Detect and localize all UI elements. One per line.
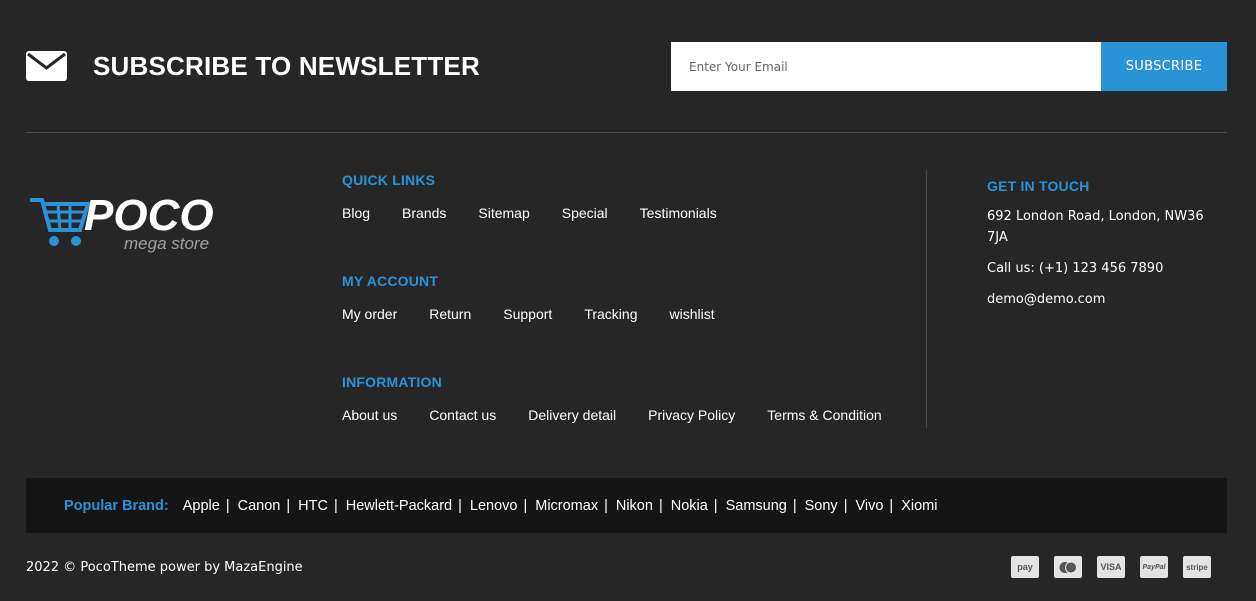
link-special[interactable]: Special bbox=[562, 205, 608, 221]
brand-separator: | bbox=[225, 497, 230, 514]
logo-brand: POCO bbox=[84, 191, 214, 240]
amazon-pay-label: pay bbox=[1017, 562, 1033, 572]
quick-links-group: QUICK LINKS Blog Brands Sitemap Special … bbox=[342, 172, 932, 271]
brand-link[interactable]: Nokia bbox=[671, 498, 708, 514]
payment-methods: pay VISA PayPal stripe bbox=[1011, 556, 1211, 578]
amazon-pay-icon: pay bbox=[1011, 556, 1039, 578]
logo-tagline: mega store bbox=[124, 234, 209, 253]
newsletter-title: SUBSCRIBE TO NEWSLETTER bbox=[93, 51, 480, 81]
quick-links-title: QUICK LINKS bbox=[342, 172, 436, 188]
contact-section: GET IN TOUCH 692 London Road, London, NW… bbox=[987, 178, 1227, 310]
link-tracking[interactable]: Tracking bbox=[584, 306, 637, 322]
brand-link[interactable]: Hewlett-Packard bbox=[346, 498, 452, 514]
paypal-icon: PayPal bbox=[1140, 556, 1168, 578]
stripe-icon: stripe bbox=[1183, 556, 1211, 578]
quick-links-list: Blog Brands Sitemap Special Testimonials bbox=[342, 205, 932, 221]
brand-link[interactable]: Canon bbox=[238, 498, 281, 514]
contact-email[interactable]: demo@demo.com bbox=[987, 289, 1227, 310]
brand-separator: | bbox=[458, 497, 462, 514]
information-group: INFORMATION About us Contact us Delivery… bbox=[342, 374, 932, 473]
email-input[interactable] bbox=[671, 42, 1101, 91]
copyright-text: 2022 © PocoTheme power by MazaEngine bbox=[26, 560, 303, 575]
brand-separator: | bbox=[843, 497, 848, 514]
brand-separator: | bbox=[792, 497, 797, 514]
link-privacy-policy[interactable]: Privacy Policy bbox=[648, 407, 735, 423]
information-list: About us Contact us Delivery detail Priv… bbox=[342, 407, 932, 423]
link-about-us[interactable]: About us bbox=[342, 407, 397, 423]
mastercard-icon bbox=[1054, 556, 1082, 578]
brand-link[interactable]: Samsung bbox=[726, 498, 787, 514]
brand-link[interactable]: Vivo bbox=[855, 498, 883, 514]
contact-phone: Call us: (+1) 123 456 7890 bbox=[987, 261, 1164, 276]
brand-link[interactable]: Sony bbox=[805, 498, 838, 514]
link-my-order[interactable]: My order bbox=[342, 306, 397, 322]
brand-separator: | bbox=[286, 497, 291, 514]
my-account-title: MY ACCOUNT bbox=[342, 273, 439, 289]
link-delivery-detail[interactable]: Delivery detail bbox=[528, 407, 616, 423]
link-wishlist[interactable]: wishlist bbox=[669, 306, 714, 322]
brand-separator: | bbox=[889, 497, 894, 514]
section-divider bbox=[26, 132, 1227, 133]
brand-separator: | bbox=[333, 497, 338, 514]
mastercard-circles bbox=[1059, 561, 1077, 573]
newsletter-section: SUBSCRIBE TO NEWSLETTER SUBSCRIBE bbox=[26, 42, 1227, 92]
popular-brand-label: Popular Brand: bbox=[64, 497, 169, 514]
brand-separator: | bbox=[713, 497, 718, 514]
cart-icon bbox=[30, 198, 91, 246]
my-account-group: MY ACCOUNT My order Return Support Track… bbox=[342, 273, 932, 372]
contact-address: 692 London Road, London, NW36 7JA bbox=[987, 209, 1204, 245]
link-brands[interactable]: Brands bbox=[402, 205, 446, 221]
stripe-label: stripe bbox=[1186, 562, 1208, 572]
brand-separator: | bbox=[658, 497, 663, 514]
information-title: INFORMATION bbox=[342, 374, 442, 390]
envelope-icon bbox=[26, 51, 67, 81]
brand-link[interactable]: Xiomi bbox=[901, 498, 937, 514]
link-blog[interactable]: Blog bbox=[342, 205, 370, 221]
visa-label: VISA bbox=[1100, 562, 1122, 572]
brand-separator: | bbox=[604, 497, 608, 514]
my-account-list: My order Return Support Tracking wishlis… bbox=[342, 306, 932, 322]
link-contact-us[interactable]: Contact us bbox=[429, 407, 496, 423]
paypal-label: PayPal bbox=[1142, 563, 1166, 571]
brand-link[interactable]: Micromax bbox=[535, 498, 598, 514]
link-return[interactable]: Return bbox=[429, 306, 471, 322]
column-divider bbox=[926, 170, 927, 428]
link-support[interactable]: Support bbox=[503, 306, 552, 322]
brand-link[interactable]: HTC bbox=[298, 498, 328, 514]
brand-link[interactable]: Lenovo bbox=[470, 498, 518, 514]
poco-logo[interactable]: POCO mega store bbox=[30, 186, 230, 258]
visa-icon: VISA bbox=[1097, 556, 1125, 578]
footer-links: QUICK LINKS Blog Brands Sitemap Special … bbox=[342, 170, 932, 473]
link-terms-condition[interactable]: Terms & Condition bbox=[767, 407, 881, 423]
contact-title: GET IN TOUCH bbox=[987, 178, 1090, 194]
popular-brands-bar: Popular Brand: Apple | Canon | HTC | Hewlet… bbox=[26, 478, 1227, 533]
link-sitemap[interactable]: Sitemap bbox=[478, 205, 529, 221]
brand-separator: | bbox=[523, 497, 528, 514]
link-testimonials[interactable]: Testimonials bbox=[640, 205, 717, 221]
subscribe-button[interactable]: SUBSCRIBE bbox=[1101, 42, 1227, 91]
brand-link[interactable]: Nikon bbox=[616, 498, 653, 514]
brand-link[interactable]: Apple bbox=[183, 498, 220, 514]
